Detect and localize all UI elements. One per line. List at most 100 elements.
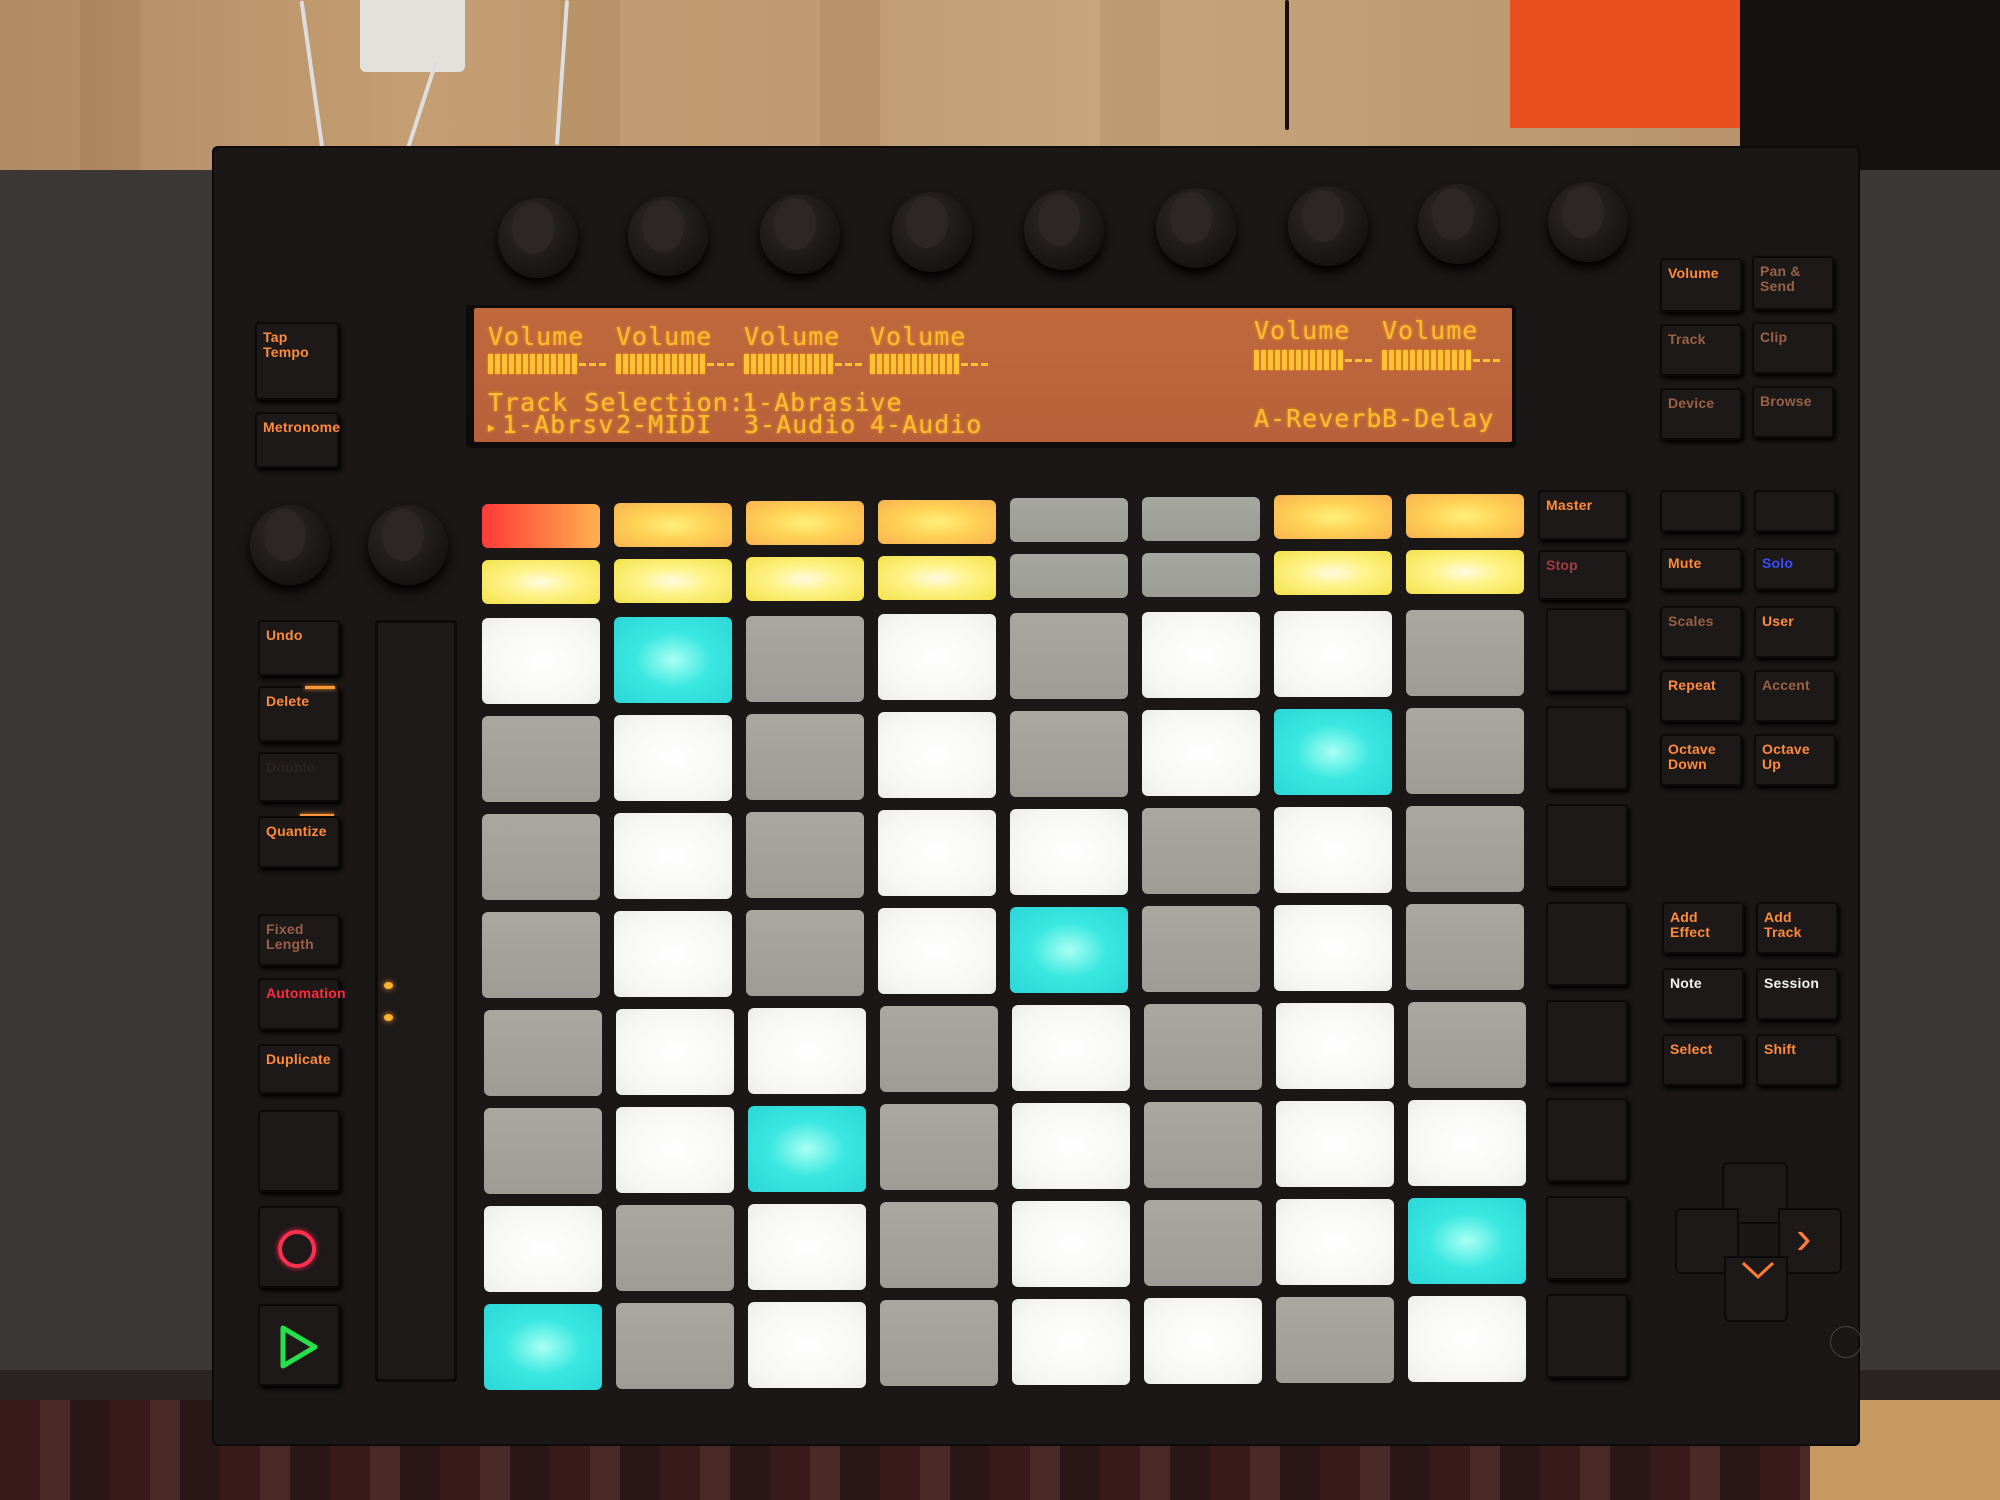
pan-send-button[interactable]: Pan & Send — [1752, 256, 1834, 310]
select-button[interactable]: Select — [1662, 1034, 1744, 1086]
add-effect-button[interactable]: Add Effect — [1662, 902, 1744, 954]
note-button[interactable]: Note — [1662, 968, 1744, 1020]
track-state-button[interactable] — [1142, 552, 1260, 597]
add-track-button[interactable]: Add Track — [1756, 902, 1838, 954]
pad[interactable] — [880, 1104, 998, 1191]
pad[interactable] — [616, 1302, 734, 1389]
dpad-down-button[interactable] — [1724, 1256, 1788, 1322]
session-button[interactable]: Session — [1756, 968, 1838, 1020]
pad[interactable] — [878, 908, 996, 995]
pad[interactable] — [1144, 1102, 1262, 1188]
pad[interactable] — [616, 1106, 734, 1193]
encoder-knob[interactable] — [892, 192, 972, 272]
pad[interactable] — [614, 616, 732, 703]
pad[interactable] — [1408, 1197, 1526, 1284]
scene-launch-button[interactable] — [1546, 804, 1628, 888]
pad[interactable] — [748, 1007, 866, 1094]
device-button[interactable]: Device — [1660, 388, 1742, 440]
pad[interactable] — [482, 814, 600, 900]
pad[interactable] — [880, 1006, 998, 1093]
fixed-length-button[interactable]: Fixed Length — [258, 914, 340, 966]
track-select-button[interactable] — [1142, 496, 1260, 541]
pad[interactable] — [484, 1010, 602, 1096]
pad[interactable] — [1406, 805, 1524, 892]
pad[interactable] — [880, 1202, 998, 1289]
pad[interactable] — [1012, 1103, 1130, 1190]
swing-knob[interactable] — [368, 505, 448, 585]
track-button[interactable]: Track — [1660, 324, 1742, 376]
pad[interactable] — [1142, 808, 1260, 894]
pad[interactable] — [1010, 907, 1128, 994]
track-select-button[interactable] — [482, 504, 600, 548]
encoder-knob[interactable] — [498, 198, 578, 278]
pad[interactable] — [1012, 1005, 1130, 1092]
encoder-knob[interactable] — [1024, 190, 1104, 270]
pad[interactable] — [1276, 1296, 1394, 1383]
pad[interactable] — [1408, 1099, 1526, 1186]
master-volume-knob[interactable] — [1548, 182, 1628, 262]
metronome-button[interactable]: Metronome — [255, 412, 340, 468]
touch-strip[interactable] — [375, 620, 457, 1382]
pad[interactable] — [1274, 610, 1392, 697]
pad[interactable] — [616, 1008, 734, 1095]
pad[interactable] — [614, 812, 732, 899]
pad[interactable] — [1010, 711, 1128, 798]
pad[interactable] — [1144, 1298, 1262, 1384]
pad[interactable] — [746, 909, 864, 996]
master-button[interactable]: Master — [1538, 490, 1628, 540]
octave-down-button[interactable]: Octave Down — [1660, 734, 1742, 786]
scales-button[interactable]: Scales — [1660, 606, 1742, 658]
pad[interactable] — [748, 1203, 866, 1290]
pad[interactable] — [746, 713, 864, 800]
track-state-button[interactable] — [746, 557, 864, 601]
track-state-button[interactable] — [1010, 554, 1128, 598]
pad[interactable] — [1406, 707, 1524, 794]
unlabeled-button[interactable] — [1660, 490, 1742, 532]
pad[interactable] — [482, 618, 600, 704]
pad[interactable] — [1406, 609, 1524, 696]
scene-launch-button[interactable] — [1546, 1196, 1628, 1280]
pad[interactable] — [1142, 612, 1260, 698]
pad[interactable] — [1012, 1201, 1130, 1288]
pad[interactable] — [1010, 809, 1128, 896]
automation-button[interactable]: Automation — [258, 978, 346, 1030]
pad[interactable] — [1274, 904, 1392, 991]
pad[interactable] — [1012, 1299, 1130, 1386]
track-state-button[interactable] — [482, 560, 600, 604]
octave-up-button[interactable]: Octave Up — [1754, 734, 1836, 786]
track-select-button[interactable] — [1010, 498, 1128, 542]
pad[interactable] — [746, 811, 864, 898]
pad[interactable] — [484, 1304, 602, 1390]
scene-launch-button[interactable] — [1546, 1000, 1628, 1084]
play-button[interactable] — [258, 1304, 340, 1386]
tap-tempo-button[interactable]: Tap Tempo — [255, 322, 339, 400]
track-select-button[interactable] — [1406, 493, 1524, 538]
pad[interactable] — [1406, 903, 1524, 990]
pad[interactable] — [746, 615, 864, 702]
pad[interactable] — [880, 1300, 998, 1387]
pad[interactable] — [482, 912, 600, 998]
solo-button[interactable]: Solo — [1754, 548, 1836, 590]
pad[interactable] — [616, 1204, 734, 1291]
pad[interactable] — [1276, 1100, 1394, 1187]
volume-button[interactable]: Volume — [1660, 258, 1742, 312]
pad[interactable] — [1142, 710, 1260, 796]
pad[interactable] — [1144, 1200, 1262, 1286]
pad[interactable] — [878, 810, 996, 897]
pad[interactable] — [1408, 1001, 1526, 1088]
pad[interactable] — [1274, 806, 1392, 893]
pad[interactable] — [748, 1105, 866, 1192]
scene-launch-button[interactable] — [1546, 1098, 1628, 1182]
pad[interactable] — [1408, 1295, 1526, 1382]
tempo-knob[interactable] — [250, 505, 330, 585]
track-select-button[interactable] — [878, 499, 996, 544]
scene-launch-button[interactable] — [1546, 608, 1628, 692]
pad[interactable] — [1010, 613, 1128, 700]
accent-button[interactable]: Accent — [1754, 670, 1836, 722]
track-select-button[interactable] — [746, 501, 864, 545]
browse-button[interactable]: Browse — [1752, 386, 1834, 438]
encoder-knob[interactable] — [1156, 188, 1236, 268]
pad[interactable] — [878, 614, 996, 701]
double-button[interactable]: Double — [258, 752, 340, 802]
pad[interactable] — [614, 910, 732, 997]
